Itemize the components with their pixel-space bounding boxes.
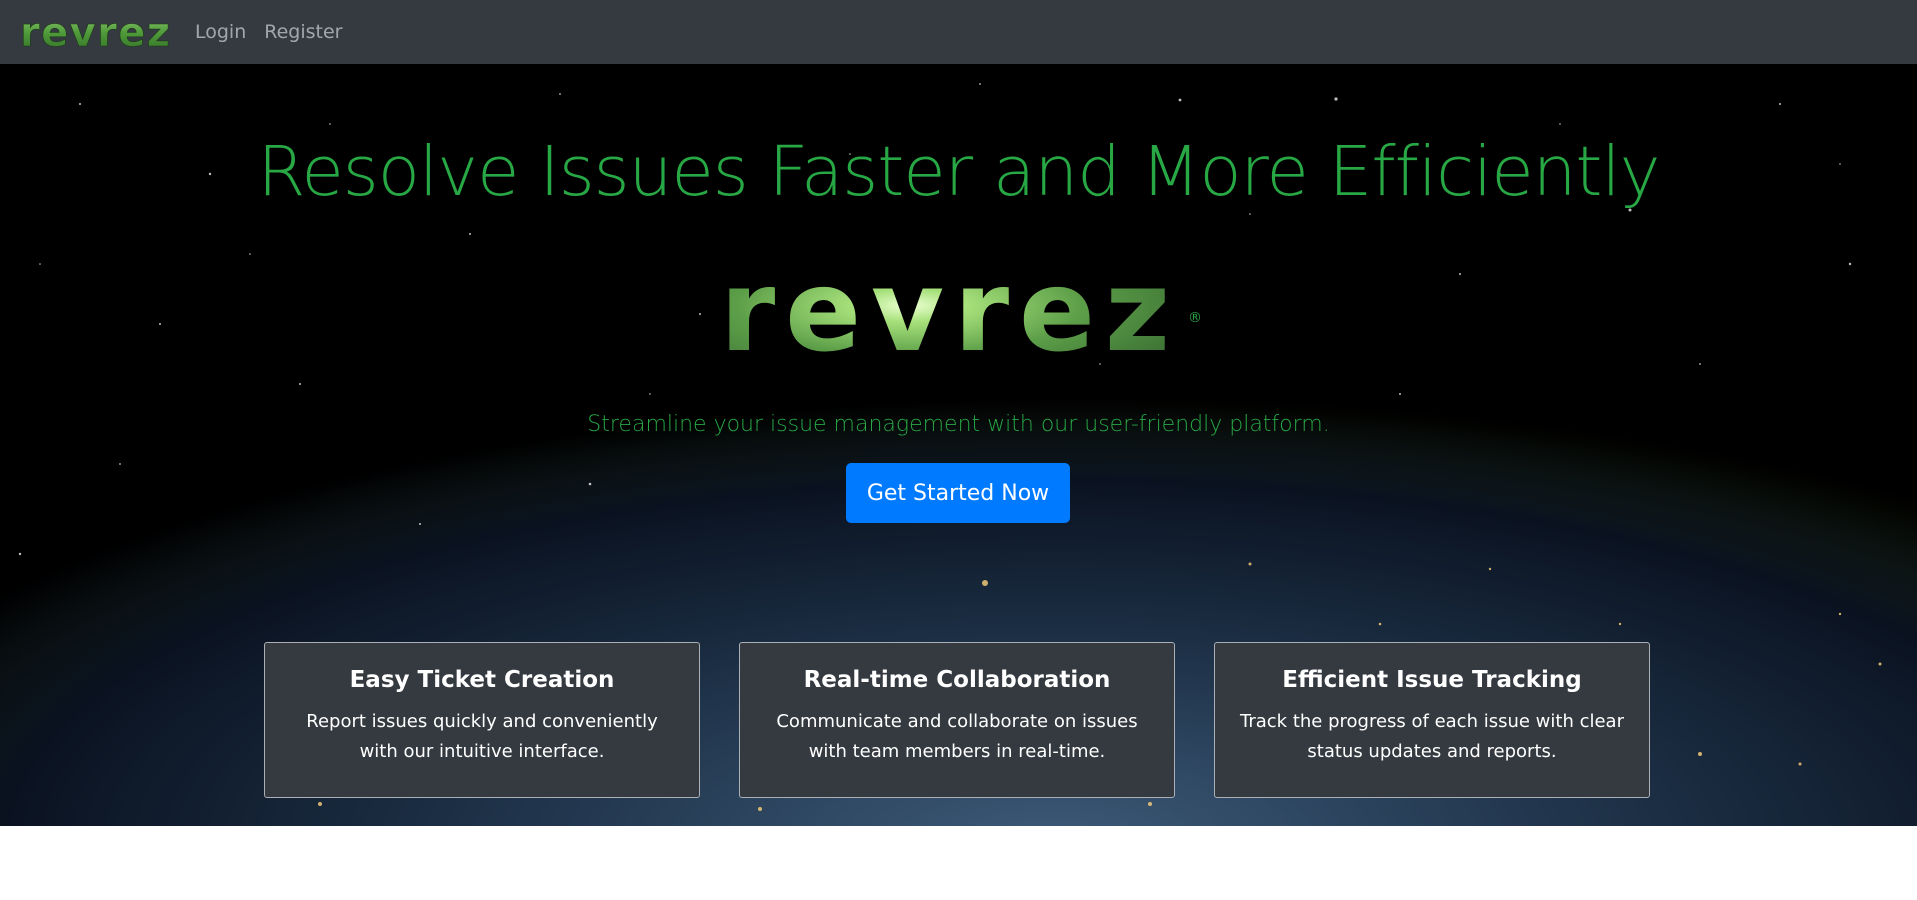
feature-card-easy-ticket-creation: Easy Ticket Creation Report issues quick… xyxy=(264,642,700,798)
hero-logo: revrez ® xyxy=(720,247,1210,377)
navbar: revrez Login Register xyxy=(0,0,1917,64)
hero-title: Resolve Issues Faster and More Efficient… xyxy=(257,132,1661,212)
get-started-button[interactable]: Get Started Now xyxy=(846,463,1070,523)
brand-logo[interactable]: revrez xyxy=(20,14,172,50)
nav-register-link[interactable]: Register xyxy=(264,21,342,43)
nav-login-link[interactable]: Login xyxy=(195,21,246,43)
svg-text:revrez: revrez xyxy=(720,260,1170,360)
svg-text:®: ® xyxy=(1188,310,1202,326)
hero-logo-image: revrez ® xyxy=(720,247,1202,377)
svg-text:revrez: revrez xyxy=(20,14,170,50)
feature-card-text: Communicate and collaborate on issues wi… xyxy=(776,711,1138,762)
brand-logo-image: revrez xyxy=(20,14,170,50)
feature-card-text: Track the progress of each issue with cl… xyxy=(1240,711,1624,762)
feature-card-real-time-collaboration: Real-time Collaboration Communicate and … xyxy=(739,642,1175,798)
feature-card-title: Real-time Collaboration xyxy=(803,667,1111,693)
hero-subtitle: Streamline your issue management with ou… xyxy=(587,412,1330,437)
feature-card-text: Report issues quickly and conveniently w… xyxy=(306,711,658,762)
feature-card-title: Efficient Issue Tracking xyxy=(1282,667,1582,693)
feature-card-title: Easy Ticket Creation xyxy=(349,667,615,693)
feature-card-efficient-issue-tracking: Efficient Issue Tracking Track the progr… xyxy=(1214,642,1650,798)
hero-section: Resolve Issues Faster and More Efficient… xyxy=(0,64,1917,826)
